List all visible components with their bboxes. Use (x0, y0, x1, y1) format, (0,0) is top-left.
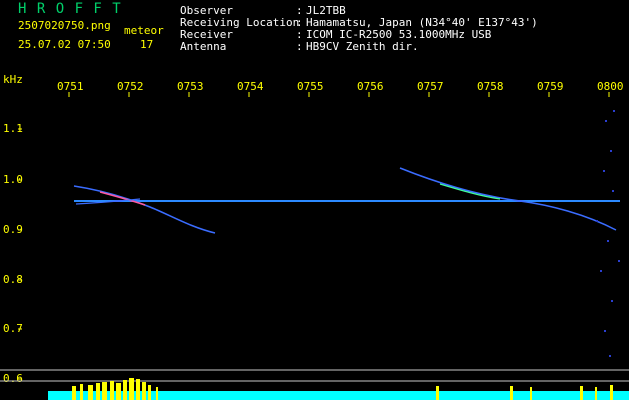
x-tick-marks (68, 92, 610, 97)
meteor-echo-sweep-1 (73, 185, 216, 234)
spectrogram-screen: H R O F F T 2507020750.png 25.07.02 07:5… (0, 0, 629, 400)
meteor-echo-sweep-2 (399, 167, 617, 231)
noise-speckles (596, 110, 620, 357)
activity-bar-baseline (48, 391, 629, 400)
y-tick-marks (18, 128, 22, 380)
meteor-echo-sweep-1-core (99, 191, 146, 206)
spectrogram-plot (0, 92, 629, 400)
